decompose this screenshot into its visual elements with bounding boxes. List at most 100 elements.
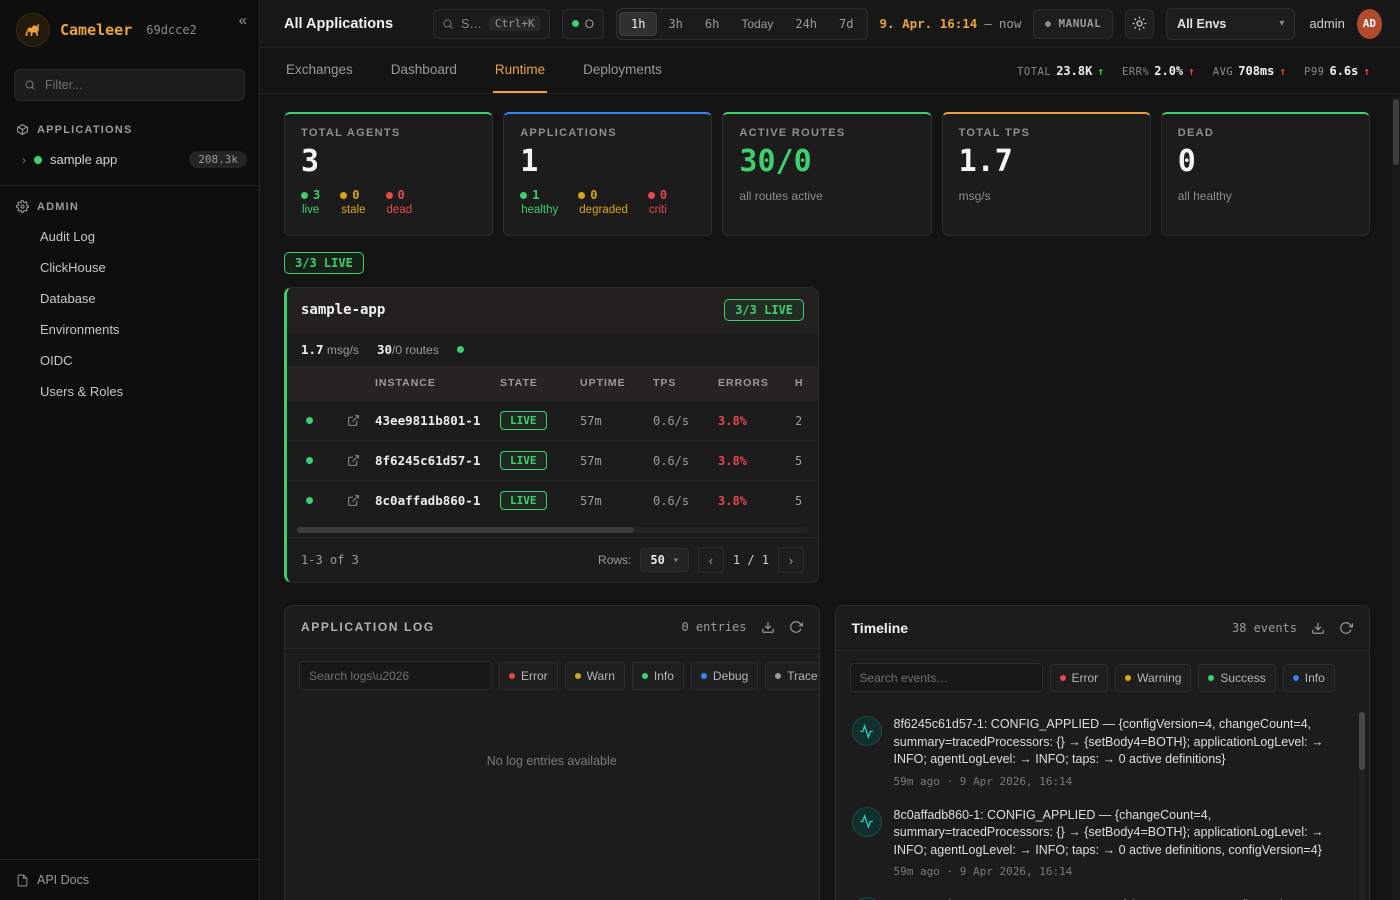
entries-count: 0 entries (681, 620, 746, 634)
card-title: APPLICATIONS (520, 127, 695, 139)
table-row[interactable]: 8c0affadb860-1 LIVE 57m 0.6/s 3.8% 5 (287, 480, 818, 520)
sidebar-item-users-roles[interactable]: Users & Roles (0, 376, 259, 407)
header-stats: TOTAL23.8K↑ ERR%2.0%↑ AVG708ms↑ P996.6s↑ (1017, 48, 1370, 93)
sidebar-item-environments[interactable]: Environments (0, 314, 259, 345)
application-card-sample-app: sample-app 3/3 LIVE 1.7 msg/s 30/0 route… (284, 287, 819, 583)
time-range-24h[interactable]: 24h (784, 13, 828, 35)
trend-up-icon: ↑ (1188, 65, 1195, 78)
uptime-value: 57m (580, 454, 653, 468)
avatar[interactable]: AD (1357, 9, 1382, 39)
cube-icon (16, 123, 29, 136)
timeline-scrollbar[interactable] (1359, 712, 1365, 900)
card-subtitle: all healthy (1178, 189, 1353, 203)
document-icon (16, 874, 29, 887)
filter-chip-debug[interactable]: Debug (691, 662, 758, 690)
sidebar-divider (0, 185, 259, 186)
external-link-icon[interactable] (331, 454, 375, 467)
timeline-controls: Error Warning Success Info (836, 651, 1370, 704)
time-range-3h[interactable]: 3h (657, 13, 693, 35)
page-scrollbar[interactable] (1392, 95, 1400, 900)
event-timestamp: 59m ago · 9 Apr 2026, 16:14 (894, 865, 1346, 878)
tab-exchanges[interactable]: Exchanges (284, 48, 355, 93)
download-icon[interactable] (761, 620, 775, 634)
uptime-value: 57m (580, 494, 653, 508)
prev-page-button[interactable]: ‹ (698, 547, 724, 573)
global-search[interactable]: S… Ctrl+K (433, 9, 550, 39)
tab-deployments[interactable]: Deployments (581, 48, 664, 93)
tab-runtime[interactable]: Runtime (493, 48, 547, 93)
legend-healthy: 1healthy (520, 188, 558, 216)
sidebar-item-oidc[interactable]: OIDC (0, 345, 259, 376)
filter-chip-warn[interactable]: Warn (565, 662, 625, 690)
filter-chip-info[interactable]: Info (1283, 664, 1335, 692)
search-icon (24, 79, 36, 91)
filter-chip-warning[interactable]: Warning (1115, 664, 1191, 692)
horizontal-scrollbar[interactable] (297, 527, 808, 533)
card-title: DEAD (1178, 127, 1353, 139)
table-row[interactable]: 8f6245c61d57-1 LIVE 57m 0.6/s 3.8% 5 (287, 440, 818, 480)
card-value: 30/0 (739, 147, 914, 177)
table-row[interactable]: 43ee9811b801-1 LIVE 57m 0.6/s 3.8% 2 (287, 400, 818, 440)
state-badge: LIVE (500, 451, 547, 470)
time-end: now (999, 16, 1022, 31)
download-icon[interactable] (1311, 621, 1325, 635)
panel-title: Timeline (852, 620, 909, 636)
activity-icon (852, 807, 882, 837)
time-separator: – (984, 16, 992, 31)
filter-chip-success[interactable]: Success (1198, 664, 1275, 692)
legend-degraded: 0degraded (578, 188, 628, 216)
refresh-icon[interactable] (789, 620, 803, 634)
admin-section-header: ADMIN (0, 192, 259, 221)
chevron-down-icon: ▾ (673, 555, 679, 566)
manual-mode-button[interactable]: MANUAL (1033, 9, 1113, 39)
admin-header-label: ADMIN (37, 201, 79, 213)
sidebar-item-database[interactable]: Database (0, 283, 259, 314)
filter-chip-error[interactable]: Error (499, 662, 558, 690)
theme-toggle-button[interactable] (1125, 9, 1154, 39)
list-item: 8f6245c61d57-1: CONFIG_APPLIED — {config… (852, 716, 1348, 788)
build-version: 69dcce2 (146, 23, 197, 37)
time-display: 9. Apr. 16:14 – now (880, 16, 1022, 31)
sidebar-filter-input[interactable] (14, 69, 245, 101)
card-title: ACTIVE ROUTES (739, 127, 914, 139)
stat-card-total-agents: TOTAL AGENTS 3 3live 0stale 0dead (284, 112, 493, 236)
timeline-events-list: 8f6245c61d57-1: CONFIG_APPLIED — {config… (836, 704, 1370, 900)
application-log-header: APPLICATION LOG 0 entries (285, 606, 819, 649)
legend-live: 3live (301, 188, 320, 216)
events-search-input[interactable] (850, 663, 1043, 692)
log-search-input[interactable] (299, 661, 492, 690)
scrollbar-thumb[interactable] (297, 527, 634, 533)
legend-stale: 0stale (340, 188, 365, 216)
next-page-button[interactable]: › (778, 547, 804, 573)
external-link-icon[interactable] (331, 414, 375, 427)
scrollbar-thumb[interactable] (1359, 712, 1365, 770)
sidebar-collapse-icon[interactable]: « (239, 12, 247, 29)
time-range-7d[interactable]: 7d (828, 13, 864, 35)
api-docs-link[interactable]: API Docs (0, 859, 259, 900)
tab-dashboard[interactable]: Dashboard (389, 48, 459, 93)
app-name: sample-app (301, 302, 385, 318)
env-select[interactable]: All Envs ▾ (1166, 8, 1295, 40)
filter-chip-info[interactable]: Info (632, 662, 684, 690)
filter-chip-trace[interactable]: Trace (765, 662, 819, 690)
time-range-1h[interactable]: 1h (619, 12, 657, 36)
external-link-icon[interactable] (331, 494, 375, 507)
status-dot-green (306, 457, 313, 464)
table-header-row: INSTANCE STATE UPTIME TPS ERRORS H (287, 366, 818, 400)
tabbar: Exchanges Dashboard Runtime Deployments … (260, 48, 1400, 94)
sidebar-item-sample-app[interactable]: › sample app 208.3k (0, 144, 259, 175)
sidebar-item-clickhouse[interactable]: ClickHouse (0, 252, 259, 283)
page-title: All Applications (284, 16, 393, 32)
filter-chip-error[interactable]: Error (1050, 664, 1109, 692)
time-range-6h[interactable]: 6h (694, 13, 730, 35)
sidebar-item-audit-log[interactable]: Audit Log (0, 221, 259, 252)
trend-up-icon: ↑ (1279, 65, 1286, 78)
time-range-today[interactable]: Today (730, 13, 784, 35)
app-live-badge: 3/3 LIVE (724, 299, 804, 321)
event-text: 8c0affadb860-1: CONFIG_APPLIED — {change… (894, 807, 1346, 860)
card-title: TOTAL AGENTS (301, 127, 476, 139)
scrollbar-thumb[interactable] (1393, 99, 1399, 165)
online-indicator[interactable]: O (562, 9, 604, 39)
refresh-icon[interactable] (1339, 621, 1353, 635)
rows-per-page-select[interactable]: 50▾ (640, 548, 688, 572)
